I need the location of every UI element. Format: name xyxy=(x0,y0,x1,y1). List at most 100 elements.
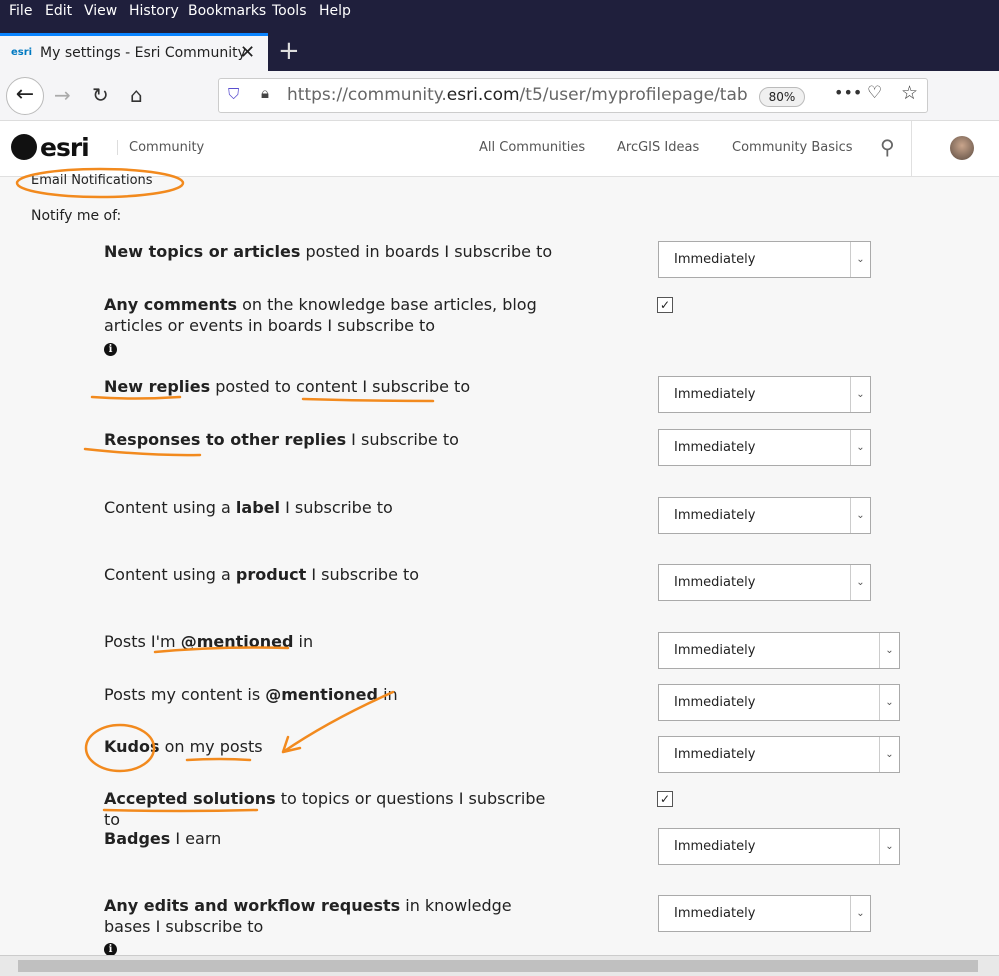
frequency-select[interactable]: Immediately ⌄ xyxy=(658,497,871,534)
notification-label: New replies posted to content I subscrib… xyxy=(104,376,554,397)
menu-file[interactable]: File xyxy=(9,3,32,19)
label-bold: @mentioned xyxy=(265,685,378,704)
label-text: I subscribe to xyxy=(280,498,393,517)
label-text: Posts my content is xyxy=(104,685,266,704)
label-bold: Responses to other replies xyxy=(104,430,347,449)
lock-icon: 🔒︎ xyxy=(261,84,269,102)
horizontal-scrollbar[interactable] xyxy=(0,955,999,976)
menu-bar: File Edit View History Bookmarks Tools H… xyxy=(0,0,999,33)
label-bold: Kudos xyxy=(104,737,160,756)
select-value: Immediately xyxy=(674,440,756,455)
frequency-select[interactable]: Immediately ⌄ xyxy=(658,564,871,601)
select-value: Immediately xyxy=(674,906,756,921)
scrollbar-thumb[interactable] xyxy=(18,960,978,972)
url-text[interactable]: https://community.esri.com/t5/user/mypro… xyxy=(287,85,747,105)
label-bold: label xyxy=(235,498,280,517)
label-bold: Badges xyxy=(104,829,171,848)
nav-arcgis-ideas[interactable]: ArcGIS Ideas xyxy=(617,140,699,155)
forward-button[interactable]: → xyxy=(54,83,71,107)
label-text: Posts I'm xyxy=(104,632,181,651)
label-text: Content using a xyxy=(104,565,236,584)
notification-label: Posts my content is @mentioned in xyxy=(104,684,554,705)
chevron-down-icon: ⌄ xyxy=(879,633,899,668)
select-value: Immediately xyxy=(674,387,756,402)
notification-label: Accepted solutions to topics or question… xyxy=(104,788,554,830)
site-header: esri Community All Communities ArcGIS Id… xyxy=(0,121,999,177)
reload-button[interactable]: ↻ xyxy=(92,83,109,107)
label-text: in xyxy=(293,632,314,651)
tab-strip: esri My settings - Esri Community ✕ + xyxy=(0,33,999,71)
new-tab-button[interactable]: + xyxy=(278,36,300,66)
notification-label: New topics or articles posted in boards … xyxy=(104,241,554,262)
menu-edit[interactable]: Edit xyxy=(45,3,72,19)
chevron-down-icon: ⌄ xyxy=(850,498,870,533)
frequency-select[interactable]: Immediately ⌄ xyxy=(658,684,900,721)
notification-checkbox[interactable]: ✓ xyxy=(657,297,673,313)
menu-view[interactable]: View xyxy=(84,3,117,19)
tab-my-settings[interactable]: esri My settings - Esri Community ✕ xyxy=(0,33,268,71)
frequency-select[interactable]: Immediately ⌄ xyxy=(658,828,900,865)
label-bold: Any comments xyxy=(104,295,238,314)
chevron-down-icon: ⌄ xyxy=(850,896,870,931)
label-bold: New topics or articles xyxy=(104,242,301,261)
notification-label: Kudos on my posts xyxy=(104,736,554,757)
pocket-icon[interactable]: ♡ xyxy=(867,83,882,103)
frequency-select[interactable]: Immediately ⌄ xyxy=(658,632,900,669)
notification-label: Content using a label I subscribe to xyxy=(104,497,554,518)
frequency-select[interactable]: Immediately ⌄ xyxy=(658,241,871,278)
home-button[interactable]: ⌂ xyxy=(130,83,143,107)
url-bar[interactable]: ⛉ 🔒︎ https://community.esri.com/t5/user/… xyxy=(218,78,928,113)
label-bold: @mentioned xyxy=(180,632,294,651)
frequency-select[interactable]: Immediately ⌄ xyxy=(658,376,871,413)
label-text: I subscribe to xyxy=(346,430,459,449)
chevron-down-icon: ⌄ xyxy=(879,737,899,772)
nav-bar: ← → ↻ ⌂ ⛉ 🔒︎ https://community.esri.com/… xyxy=(0,71,999,121)
notification-label: Responses to other replies I subscribe t… xyxy=(104,429,554,450)
menu-bookmarks[interactable]: Bookmarks xyxy=(188,3,266,19)
community-link[interactable]: Community xyxy=(117,140,204,155)
select-value: Immediately xyxy=(674,747,756,762)
menu-help[interactable]: Help xyxy=(319,3,351,19)
select-value: Immediately xyxy=(674,508,756,523)
chevron-down-icon: ⌄ xyxy=(850,242,870,277)
more-actions-icon[interactable]: ••• xyxy=(834,83,862,102)
notification-checkbox[interactable]: ✓ xyxy=(657,791,673,807)
section-title: Email Notifications xyxy=(31,173,153,188)
back-button[interactable]: ← xyxy=(6,77,44,115)
chevron-down-icon: ⌄ xyxy=(850,430,870,465)
frequency-select[interactable]: Immediately ⌄ xyxy=(658,429,871,466)
frequency-select[interactable]: Immediately ⌄ xyxy=(658,895,871,932)
notify-label: Notify me of: xyxy=(31,208,122,224)
label-text: posted to content I subscribe to xyxy=(210,377,471,396)
shield-icon: ⛉ xyxy=(228,85,240,103)
select-value: Immediately xyxy=(674,252,756,267)
chevron-down-icon: ⌄ xyxy=(850,565,870,600)
divider xyxy=(911,121,912,177)
select-value: Immediately xyxy=(674,839,756,854)
menu-history[interactable]: History xyxy=(129,3,179,19)
nav-community-basics[interactable]: Community Basics xyxy=(732,140,853,155)
notification-label: Content using a product I subscribe to xyxy=(104,564,554,585)
label-bold: Any edits and workflow requests xyxy=(104,896,401,915)
bookmark-star-icon[interactable]: ☆ xyxy=(901,82,918,104)
esri-favicon-icon: esri xyxy=(11,47,33,58)
info-icon[interactable]: i xyxy=(104,343,117,356)
close-tab-icon[interactable]: ✕ xyxy=(240,42,255,63)
avatar[interactable] xyxy=(950,136,974,160)
zoom-level[interactable]: 80% xyxy=(759,87,805,107)
label-text: I earn xyxy=(170,829,222,848)
select-value: Immediately xyxy=(674,643,756,658)
menu-tools[interactable]: Tools xyxy=(272,3,307,19)
search-icon[interactable]: ⚲ xyxy=(880,135,895,159)
select-value: Immediately xyxy=(674,575,756,590)
label-bold: New replies xyxy=(104,377,211,396)
label-bold: product xyxy=(235,565,307,584)
select-value: Immediately xyxy=(674,695,756,710)
nav-all-communities[interactable]: All Communities xyxy=(479,140,585,155)
frequency-select[interactable]: Immediately ⌄ xyxy=(658,736,900,773)
esri-logo[interactable]: esri xyxy=(11,133,90,162)
chevron-down-icon: ⌄ xyxy=(850,377,870,412)
globe-icon xyxy=(11,134,37,160)
chevron-down-icon: ⌄ xyxy=(879,829,899,864)
notification-label: Posts I'm @mentioned in xyxy=(104,631,554,652)
